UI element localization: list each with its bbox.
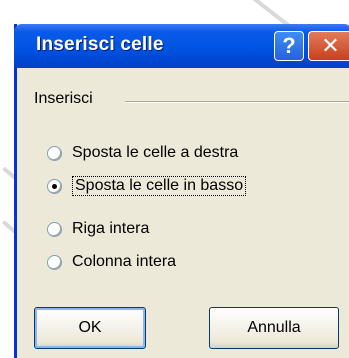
option-shift-down[interactable]: Sposta le celle in basso — [47, 174, 247, 198]
option-label: Sposta le celle in basso — [72, 176, 247, 196]
option-label: Colonna intera — [72, 253, 177, 270]
close-button[interactable]: ✕ — [308, 31, 349, 61]
radio-entire-column[interactable] — [47, 254, 62, 270]
radio-shift-right[interactable] — [47, 145, 62, 161]
option-label: Sposta le celle a destra — [72, 144, 239, 161]
option-label: Riga intera — [72, 220, 150, 237]
help-icon: ? — [282, 33, 296, 58]
option-entire-row[interactable]: Riga intera — [47, 217, 149, 241]
radio-shift-down[interactable] — [47, 178, 62, 194]
help-button[interactable]: ? — [274, 31, 304, 61]
cancel-button[interactable]: Annulla — [209, 307, 339, 349]
group-divider — [125, 101, 349, 103]
option-shift-right[interactable]: Sposta le celle a destra — [47, 141, 238, 165]
radio-entire-row[interactable] — [47, 221, 62, 237]
title-bar[interactable]: Inserisci celle ? ✕ — [14, 24, 349, 68]
ok-button[interactable]: OK — [34, 307, 146, 349]
insert-cells-dialog: Inserisci celle ? ✕ Inserisci Sposta le … — [14, 24, 349, 358]
close-icon: ✕ — [321, 33, 340, 58]
dialog-title: Inserisci celle — [36, 34, 164, 55]
option-entire-column[interactable]: Colonna intera — [47, 250, 176, 274]
group-label: Inserisci — [34, 90, 97, 108]
